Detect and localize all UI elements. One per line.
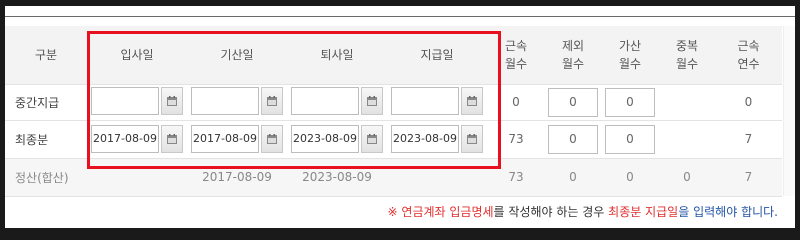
calendar-icon[interactable]: [361, 86, 383, 115]
interim-service-years: 0: [715, 84, 782, 121]
final-pay-date-input[interactable]: 2023-08-09: [391, 125, 459, 153]
notice-part2: 를 작성해야 하는 경우: [493, 205, 609, 219]
header-base-date: 기산일: [187, 26, 287, 85]
settlement-excluded-months: 0: [545, 158, 601, 197]
row-label-final: 최종분: [5, 120, 87, 159]
settlement-exit-date: 2023-08-09: [287, 158, 387, 197]
final-duplicate-months: [659, 120, 715, 159]
header-service-months: 근속 월수: [487, 26, 545, 85]
row-label-settlement: 정산(합산): [5, 158, 87, 197]
settlement-service-months: 73: [487, 158, 545, 197]
final-base-date-input[interactable]: 2017-08-09: [191, 125, 259, 153]
notice-part4: 을 입력해야 합니다.: [678, 205, 778, 219]
calendar-icon[interactable]: [361, 125, 383, 153]
header-service-years: 근속 연수: [715, 26, 782, 85]
interim-base-date-input[interactable]: [191, 86, 259, 115]
final-service-years: 7: [715, 120, 782, 159]
settlement-base-date: 2017-08-09: [187, 158, 287, 197]
retirement-pay-date-panel: 구분 입사일 기산일 퇴사일 지급일 근속 월수 제외 월수 가산 월수 중복 월수 근…: [5, 6, 795, 228]
interim-duplicate-months: [659, 84, 715, 121]
table-row-final: 최종분 2017-08-09 2017-08-09 2023-08-09 202…: [5, 120, 782, 159]
settlement-added-months: 0: [601, 158, 659, 197]
calendar-icon[interactable]: [261, 86, 283, 115]
calendar-icon[interactable]: [461, 86, 483, 115]
interim-pay-date-input[interactable]: [391, 86, 459, 115]
header-excluded-months: 제외 월수: [545, 26, 601, 85]
calendar-icon[interactable]: [261, 125, 283, 153]
notice-part3: 최종분 지급일: [608, 205, 679, 219]
table-header-row: 구분 입사일 기산일 퇴사일 지급일 근속 월수 제외 월수 가산 월수 중복 월수 근…: [5, 26, 782, 85]
service-period-table: 구분 입사일 기산일 퇴사일 지급일 근속 월수 제외 월수 가산 월수 중복 월수 근…: [5, 26, 782, 197]
vertical-scrollbar[interactable]: [783, 26, 795, 196]
header-category: 구분: [5, 26, 87, 85]
final-excluded-months-input[interactable]: 0: [548, 124, 598, 154]
row-label-interim: 중간지급: [5, 84, 87, 121]
interim-entry-date-input[interactable]: [91, 86, 159, 115]
final-entry-date-input[interactable]: 2017-08-09: [91, 125, 159, 153]
header-pay-date: 지급일: [387, 26, 487, 85]
final-exit-date-input[interactable]: 2023-08-09: [291, 125, 359, 153]
table-row-settlement: 정산(합산) 2017-08-09 2023-08-09 73 0 0 0 7: [5, 158, 782, 197]
settlement-service-years: 7: [715, 158, 782, 197]
notice-part1: 연금계좌 입금명세: [401, 205, 494, 219]
interim-service-months: 0: [487, 84, 545, 121]
final-service-months: 73: [487, 120, 545, 159]
header-added-months: 가산 월수: [601, 26, 659, 85]
settlement-pay-date: [387, 158, 487, 197]
notice-text: ※ 연금계좌 입금명세를 작성해야 하는 경우 최종분 지급일을 입력해야 합니…: [388, 203, 778, 220]
header-entry-date: 입사일: [87, 26, 187, 85]
calendar-icon[interactable]: [461, 125, 483, 153]
header-exit-date: 퇴사일: [287, 26, 387, 85]
notice-mark: ※: [387, 205, 398, 219]
interim-added-months-input[interactable]: 0: [605, 87, 655, 117]
settlement-entry-date: [87, 158, 187, 197]
calendar-icon[interactable]: [161, 86, 183, 115]
header-duplicate-months: 중복 월수: [659, 26, 715, 85]
interim-exit-date-input[interactable]: [291, 86, 359, 115]
interim-excluded-months-input[interactable]: 0: [548, 87, 598, 117]
final-added-months-input[interactable]: 0: [605, 124, 655, 154]
top-divider: [5, 16, 795, 17]
calendar-icon[interactable]: [161, 125, 183, 153]
table-row-interim: 중간지급 0 0 0 0: [5, 84, 782, 121]
settlement-duplicate-months: 0: [659, 158, 715, 197]
